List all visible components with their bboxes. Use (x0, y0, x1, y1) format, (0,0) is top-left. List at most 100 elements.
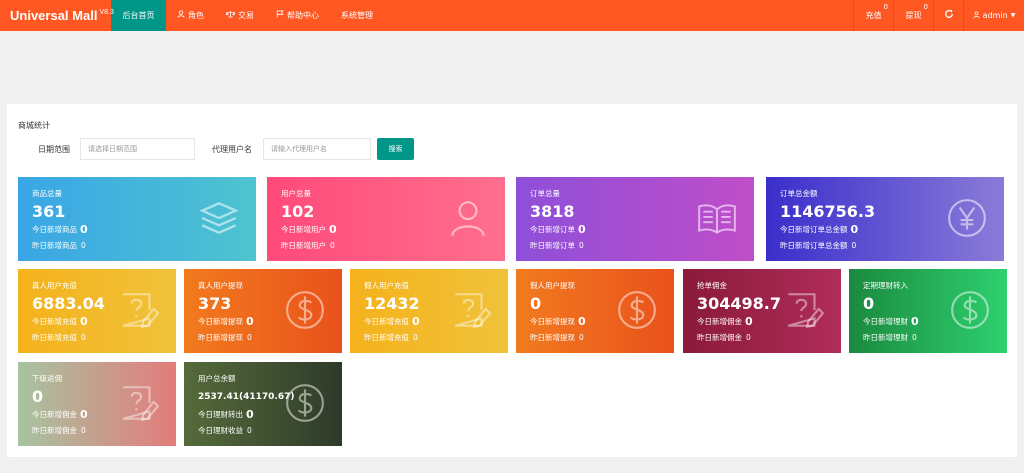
stat-card-title: 假人用户充值 (364, 281, 409, 290)
stat-card-yesterday: 昨日新增商品 0 (32, 240, 86, 251)
stat-card-today-value: 0 (911, 315, 919, 328)
stat-card-today-value: 0 (745, 315, 753, 328)
refresh-button[interactable] (933, 0, 963, 31)
caret-down-icon: ▼ (1010, 12, 1016, 19)
stat-card-today-value: 0 (329, 223, 337, 236)
nav-item-trade[interactable]: 交易 (215, 0, 265, 31)
stat-card-yesterday-value: 0 (330, 241, 335, 250)
stat-card-today: 今日新增订单 0 (530, 223, 586, 236)
stat-card-yesterday: 昨日新增理财 0 (863, 332, 917, 343)
stat-card-yesterday-label: 昨日新增提现 (530, 333, 575, 342)
user-icon (972, 11, 980, 21)
stat-card-yesterday-value: 0 (81, 333, 86, 342)
stat-card-yesterday-label: 昨日新增充值 (364, 333, 409, 342)
stat-card-today-label: 今日新增佣金 (697, 317, 742, 326)
date-range-input[interactable]: 请选择日期范围 (80, 138, 195, 160)
stat-card-yesterday-value: 0 (81, 426, 86, 435)
stat-card-yesterday: 昨日新增用户 0 (281, 240, 335, 251)
user-icon (177, 10, 185, 21)
withdraw-button[interactable]: 提现 0 (893, 0, 933, 31)
nav-item-roles[interactable]: 角色 (166, 0, 215, 31)
dollar-icon (284, 289, 326, 331)
stat-card-yesterday-value: 0 (912, 333, 917, 342)
question-edit-icon (783, 289, 825, 331)
stat-card-today-value: 0 (80, 315, 88, 328)
stat-card-yesterday-label: 今日理财收益 (198, 426, 243, 435)
dollar-icon (949, 289, 991, 331)
stat-card-today: 今日新增订单总金额 0 (780, 223, 858, 236)
stat-card-yesterday-label: 昨日新增订单 (530, 241, 575, 250)
nav-item-system[interactable]: 系统管理 (330, 0, 384, 31)
stat-card-title: 真人用户提现 (198, 281, 243, 290)
stat-card-title: 订单总金额 (780, 189, 818, 198)
withdraw-label: 提现 (905, 11, 922, 20)
question-edit-icon (118, 289, 160, 331)
stat-card-value: 0 (863, 294, 875, 313)
stat-card-yesterday: 今日理财收益 0 (198, 425, 252, 436)
stat-card-yesterday-value: 0 (81, 241, 86, 250)
layers-icon (198, 197, 240, 239)
stat-card-yesterday: 昨日新增提现 0 (530, 332, 584, 343)
stat-card-today-value: 0 (246, 408, 254, 421)
stat-card-today: 今日新增充值 0 (364, 315, 420, 328)
stat-card-yesterday-label: 昨日新增商品 (32, 241, 77, 250)
agent-username-label: 代理用户名 (212, 145, 252, 154)
question-edit-icon (118, 382, 160, 424)
stat-card-value: 304498.7 (697, 294, 782, 313)
stat-card: 抢单佣金 304498.7 今日新增佣金 0 昨日新增佣金 0 (683, 269, 841, 353)
stat-card-title: 真人用户充值 (32, 281, 77, 290)
stat-card-yesterday: 昨日新增佣金 0 (697, 332, 751, 343)
stat-card-today-label: 今日新增充值 (364, 317, 409, 326)
stat-card: 订单总量 3818 今日新增订单 0 昨日新增订单 0 (516, 177, 754, 261)
top-bar: Universal MallV8.3 后台首页 角色 交易 帮助中心 系统管理 (0, 0, 1024, 31)
stat-card-value: 0 (32, 387, 44, 406)
stat-card-yesterday: 昨日新增佣金 0 (32, 425, 86, 436)
stat-card-today-value: 0 (412, 315, 420, 328)
stat-card-value: 2537.41(41170.67) (198, 392, 295, 402)
refresh-icon (944, 9, 954, 22)
nav-item-label: 交易 (238, 11, 254, 20)
main-nav: 后台首页 角色 交易 帮助中心 系统管理 (111, 0, 384, 31)
nav-item-help[interactable]: 帮助中心 (265, 0, 330, 31)
recharge-button[interactable]: 充值 0 (853, 0, 893, 31)
stat-card: 真人用户充值 6883.04 今日新增充值 0 昨日新增充值 0 (18, 269, 176, 353)
stat-card-today-label: 今日理财转出 (198, 410, 243, 419)
stat-card-yesterday-label: 昨日新增佣金 (32, 426, 77, 435)
agent-username-input[interactable]: 请输入代理用户名 (263, 138, 371, 160)
nav-item-home[interactable]: 后台首页 (111, 0, 166, 31)
user-name: admin (982, 11, 1008, 20)
stat-card-yesterday: 昨日新增订单 0 (530, 240, 584, 251)
stat-card-today-label: 今日新增订单总金额 (780, 225, 848, 234)
stat-card-title: 用户总量 (281, 189, 311, 198)
stat-card-yesterday-value: 0 (413, 333, 418, 342)
stat-card-value: 102 (281, 202, 315, 221)
brand-version: V8.3 (99, 9, 114, 16)
stat-card: 假人用户充值 12432 今日新增充值 0 昨日新增充值 0 (350, 269, 508, 353)
stat-card-yesterday: 昨日新增提现 0 (198, 332, 252, 343)
stat-card: 商品总量 361 今日新增商品 0 昨日新增商品 0 (18, 177, 256, 261)
stat-card-today-label: 今日新增佣金 (32, 410, 77, 419)
search-button[interactable]: 搜索 (377, 138, 414, 160)
question-edit-icon (450, 289, 492, 331)
brand-logo[interactable]: Universal Mall V8.3 (0, 0, 114, 31)
nav-item-label: 帮助中心 (287, 11, 319, 20)
stat-card-title: 定期理财转入 (863, 281, 908, 290)
stat-card-value: 0 (530, 294, 542, 313)
stat-card-today-label: 今日新增理财 (863, 317, 908, 326)
stat-card-yesterday: 昨日新增订单总金额 0 (780, 240, 856, 251)
withdraw-badge: 0 (923, 3, 928, 11)
panel-title: 商城统计 (18, 121, 50, 130)
stat-card-yesterday-value: 0 (579, 241, 584, 250)
date-range-label: 日期范围 (38, 145, 70, 154)
stat-card-today: 今日新增佣金 0 (697, 315, 753, 328)
stat-card-today-label: 今日新增提现 (198, 317, 243, 326)
stat-card-yesterday: 昨日新增充值 0 (32, 332, 86, 343)
scale-icon (225, 10, 236, 21)
stat-card-today-value: 0 (850, 223, 859, 236)
user-menu[interactable]: admin ▼ (963, 0, 1024, 31)
stat-card-yesterday-label: 昨日新增提现 (198, 333, 243, 342)
stat-card-yesterday-value: 0 (247, 333, 252, 342)
stat-card-value: 12432 (364, 294, 420, 313)
dollar-icon (284, 382, 326, 424)
stat-card-yesterday-label: 昨日新增理财 (863, 333, 908, 342)
